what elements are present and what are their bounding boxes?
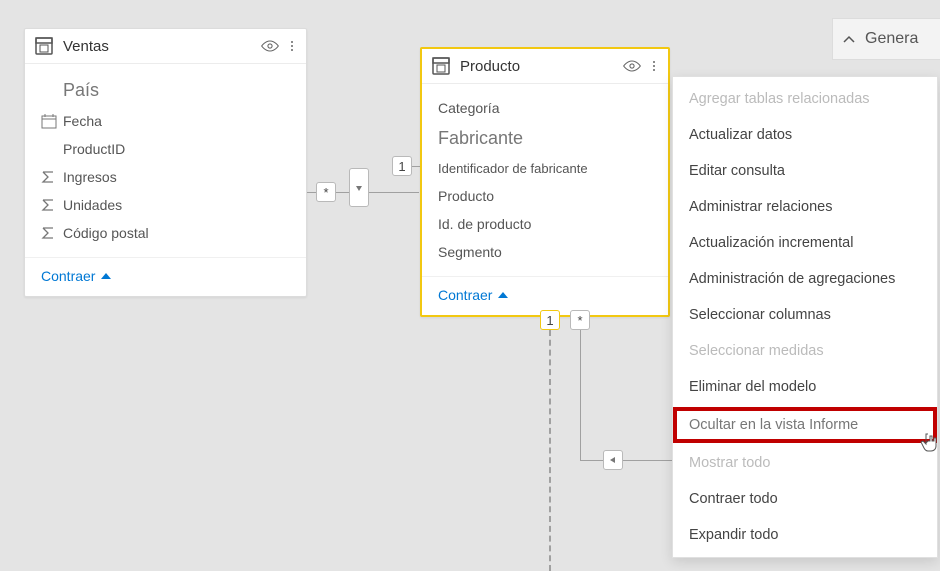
table-icon [35,37,53,55]
more-options-icon[interactable] [650,57,658,75]
ctx-seleccionar-medidas: Seleccionar medidas [673,333,937,369]
field-categoria[interactable]: Categoría [422,94,668,122]
field-producto[interactable]: Producto [422,182,668,210]
properties-pane-header[interactable]: Genera [832,18,940,60]
pane-title: Genera [865,30,918,48]
table-card-ventas[interactable]: Ventas País Fecha ProductID [24,28,307,297]
ctx-actualizacion-incremental[interactable]: Actualización incremental [673,225,937,261]
filter-direction-icon[interactable] [349,168,369,207]
more-options-icon[interactable] [288,37,296,55]
ctx-admin-agregaciones[interactable]: Administración de agregaciones [673,261,937,297]
card-header[interactable]: Ventas [25,29,306,64]
field-fabricante[interactable]: Fabricante [422,122,668,155]
cardinality-one: 1 [540,310,560,330]
cardinality-many: * [570,310,590,330]
model-canvas[interactable]: Ventas País Fecha ProductID [0,0,940,571]
cardinality-one: 1 [392,156,412,176]
ctx-eliminar-modelo[interactable]: Eliminar del modelo [673,369,937,405]
sigma-icon [41,226,63,240]
visibility-icon[interactable] [622,60,642,72]
ctx-editar-consulta[interactable]: Editar consulta [673,153,937,189]
cardinality-many: * [316,182,336,202]
field-productid[interactable]: ProductID [25,135,306,163]
ctx-ocultar-vista-informe[interactable]: Ocultar en la vista Informe [673,407,937,443]
ctx-mostrar-todo: Mostrar todo [673,445,937,481]
chevron-up-icon [498,292,508,298]
context-menu: Agregar tablas relacionadas Actualizar d… [672,76,938,558]
card-title: Ventas [63,38,260,55]
table-card-producto[interactable]: Producto Categoría Fabricante Identifica… [420,47,670,317]
field-id-producto[interactable]: Id. de producto [422,210,668,238]
visibility-icon[interactable] [260,40,280,52]
field-ingresos[interactable]: Ingresos [25,163,306,191]
date-icon [41,113,63,129]
relationship-line-solid[interactable] [623,460,673,461]
field-id-fabricante[interactable]: Identificador de fabricante [422,155,668,182]
ctx-seleccionar-columnas[interactable]: Seleccionar columnas [673,297,937,333]
table-icon [432,57,450,75]
ctx-contraer-todo[interactable]: Contraer todo [673,481,937,517]
field-fecha[interactable]: Fecha [25,107,306,135]
relationship-line-solid[interactable] [580,330,581,460]
chevron-up-icon [843,33,855,45]
field-pais[interactable]: País [25,74,306,107]
card-title: Producto [460,58,622,75]
field-unidades[interactable]: Unidades [25,191,306,219]
relationship-line-dashed[interactable] [549,330,551,571]
sigma-icon [41,198,63,212]
ctx-actualizar-datos[interactable]: Actualizar datos [673,117,937,153]
sigma-icon [41,170,63,184]
filter-direction-icon[interactable] [603,450,623,470]
ctx-expandir-todo[interactable]: Expandir todo [673,517,937,553]
field-segmento[interactable]: Segmento [422,238,668,266]
ctx-agregar-tablas: Agregar tablas relacionadas [673,81,937,117]
chevron-up-icon [101,273,111,279]
card-header[interactable]: Producto [422,49,668,84]
ctx-admin-relaciones[interactable]: Administrar relaciones [673,189,937,225]
collapse-toggle[interactable]: Contraer [25,257,306,296]
field-codigo-postal[interactable]: Código postal [25,219,306,247]
